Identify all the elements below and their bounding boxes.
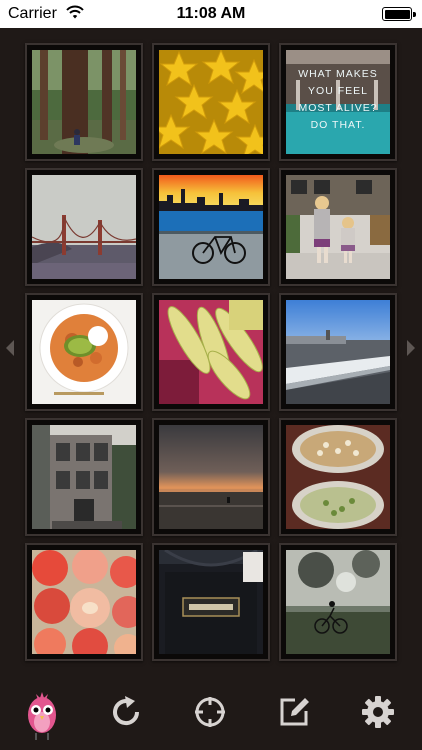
- gear-icon: [362, 696, 394, 728]
- photo-tile-14[interactable]: [152, 543, 270, 661]
- quote-poster-photo: WHAT MAKES YOU FEEL MOST ALIVE? DO THAT.: [286, 50, 390, 154]
- crosshair-icon: [195, 697, 225, 727]
- photo-tile-7[interactable]: [25, 293, 143, 411]
- compose-icon: [280, 698, 309, 726]
- photo-tile-12[interactable]: [279, 418, 397, 536]
- clock: 11:08 AM: [176, 5, 246, 22]
- redwood-forest-photo: [32, 50, 136, 154]
- photo-tile-5[interactable]: [152, 168, 270, 286]
- pasta-bowls-photo: [286, 425, 390, 529]
- photo-tile-4[interactable]: [25, 168, 143, 286]
- quote-caption: WHAT MAKES YOU FEEL MOST ALIVE? DO THAT.: [286, 66, 390, 134]
- chevron-left-icon: [6, 340, 14, 356]
- refresh-icon: [113, 696, 140, 726]
- photo-tile-6[interactable]: [279, 168, 397, 286]
- mascot-button[interactable]: [18, 674, 66, 750]
- photo-tile-11[interactable]: [152, 418, 270, 536]
- golden-gate-bridge-fog-photo: [32, 175, 136, 279]
- quote-line: YOU FEEL: [308, 85, 368, 97]
- airplane-wing-photo: [286, 300, 390, 404]
- quote-line: MOST ALIVE?: [298, 102, 378, 114]
- photo-tile-8[interactable]: [152, 293, 270, 411]
- compose-button[interactable]: [270, 674, 318, 750]
- photo-tile-1[interactable]: [25, 43, 143, 161]
- photo-tile-10[interactable]: [25, 418, 143, 536]
- photo-grid: WHAT MAKES YOU FEEL MOST ALIVE? DO THAT.: [25, 43, 397, 665]
- chevron-right-icon: [407, 340, 415, 356]
- locate-button[interactable]: [186, 674, 234, 750]
- photo-tile-15[interactable]: [279, 543, 397, 661]
- corn-cobs-photo: [159, 300, 263, 404]
- refresh-button[interactable]: [102, 674, 150, 750]
- photo-tile-2[interactable]: [152, 43, 270, 161]
- cyclist-in-park-photo: [286, 550, 390, 654]
- photo-tile-13[interactable]: [25, 543, 143, 661]
- settings-button[interactable]: [354, 674, 402, 750]
- victorian-house-photo: [32, 425, 136, 529]
- next-page-button[interactable]: [404, 338, 418, 358]
- quote-line: DO THAT.: [310, 119, 366, 131]
- status-bar: Carrier 11:08 AM: [0, 0, 422, 28]
- photo-tile-3[interactable]: WHAT MAKES YOU FEEL MOST ALIVE? DO THAT.: [279, 43, 397, 161]
- black-handbag-photo: [159, 550, 263, 654]
- pink-bird-mascot-icon: [28, 692, 56, 740]
- quote-line: WHAT MAKES: [298, 68, 378, 80]
- previous-page-button[interactable]: [3, 338, 17, 358]
- sunset-skyline-bicycle-photo: [159, 175, 263, 279]
- two-children-photo: [286, 175, 390, 279]
- bottom-toolbar: [0, 674, 422, 750]
- avocado-dish-photo: [32, 300, 136, 404]
- photo-tile-9[interactable]: [279, 293, 397, 411]
- starfruit-slices-photo: [159, 50, 263, 154]
- battery-icon: [382, 7, 416, 21]
- ocean-sunset-photo: [159, 425, 263, 529]
- apples-photo: [32, 550, 136, 654]
